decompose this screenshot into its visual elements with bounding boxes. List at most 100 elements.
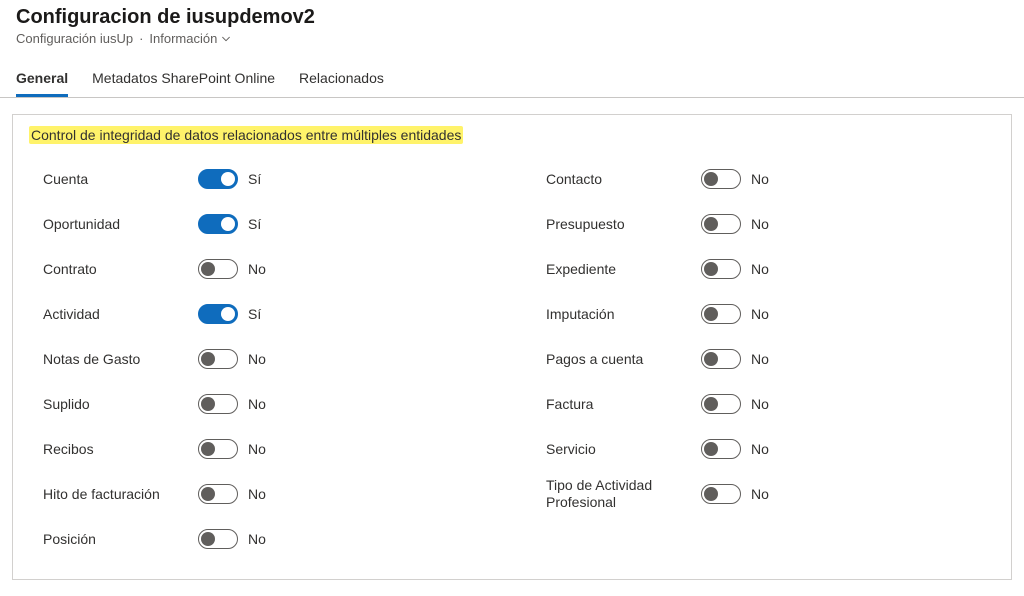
toggle-wrap: No [701, 349, 769, 369]
toggle-value-text: No [751, 216, 769, 232]
breadcrumb: Configuración iusUp · Información [16, 31, 1008, 46]
toggle-knob [704, 352, 718, 366]
toggle-value-text: No [751, 441, 769, 457]
toggle-value-text: No [751, 396, 769, 412]
toggle-value-text: Sí [248, 171, 261, 187]
field-label: Contrato [43, 261, 198, 277]
toggle-value-text: No [248, 441, 266, 457]
toggle-wrap: No [701, 304, 769, 324]
tab-metadatos-sharepoint[interactable]: Metadatos SharePoint Online [92, 64, 275, 97]
toggle-knob [201, 262, 215, 276]
toggle-value-text: No [751, 171, 769, 187]
toggle-wrap: No [198, 439, 266, 459]
right-column: Contacto No Presupuesto No Expediente No Imput… [532, 156, 995, 561]
toggle-knob [201, 532, 215, 546]
toggle-wrap: No [701, 439, 769, 459]
toggle-wrap: Sí [198, 304, 261, 324]
toggle-imputacion[interactable] [701, 304, 741, 324]
breadcrumb-dropdown[interactable]: Información [149, 31, 231, 46]
toggle-recibos[interactable] [198, 439, 238, 459]
toggle-knob [201, 397, 215, 411]
tab-bar: General Metadatos SharePoint Online Rela… [0, 64, 1024, 97]
field-label: Posición [43, 531, 198, 547]
toggle-value-text: No [751, 351, 769, 367]
field-tipo-de-actividad-profesional: Tipo de Actividad Profesional No [532, 471, 995, 516]
toggle-knob [704, 487, 718, 501]
toggle-wrap: No [701, 214, 769, 234]
field-label: Imputación [546, 306, 701, 322]
toggle-contrato[interactable] [198, 259, 238, 279]
toggle-wrap: No [198, 529, 266, 549]
toggle-knob [704, 217, 718, 231]
toggle-wrap: No [198, 259, 266, 279]
toggle-wrap: Sí [198, 214, 261, 234]
toggle-cuenta[interactable] [198, 169, 238, 189]
left-column: Cuenta Sí Oportunidad Sí Contrato No Actividad… [29, 156, 492, 561]
field-label: Notas de Gasto [43, 351, 198, 367]
toggle-value-text: No [248, 531, 266, 547]
toggle-wrap: No [198, 484, 266, 504]
toggle-value-text: No [248, 261, 266, 277]
field-actividad: ActividadSí [29, 291, 492, 336]
breadcrumb-root[interactable]: Configuración iusUp [16, 31, 133, 46]
field-label: Oportunidad [43, 216, 198, 232]
toggle-value-text: No [751, 306, 769, 322]
toggle-wrap: No [701, 169, 769, 189]
toggle-value-text: No [248, 486, 266, 502]
toggle-wrap: No [701, 394, 769, 414]
field-recibos: Recibos No [29, 426, 492, 471]
field-expediente: Expediente No [532, 246, 995, 291]
toggle-posicion[interactable] [198, 529, 238, 549]
toggle-servicio[interactable] [701, 439, 741, 459]
toggle-knob [221, 217, 235, 231]
tab-relacionados[interactable]: Relacionados [299, 64, 384, 97]
field-label: Cuenta [43, 171, 198, 187]
toggle-tipo-de-actividad-profesional[interactable] [701, 484, 741, 504]
toggle-knob [704, 172, 718, 186]
toggle-knob [201, 442, 215, 456]
field-contacto: Contacto No [532, 156, 995, 201]
toggle-value-text: No [248, 351, 266, 367]
toggle-actividad[interactable] [198, 304, 238, 324]
field-label: Expediente [546, 261, 701, 277]
field-cuenta: Cuenta Sí [29, 156, 492, 201]
toggle-notas-de-gasto[interactable] [198, 349, 238, 369]
field-label: Factura [546, 396, 701, 412]
field-pagos-a-cuenta: Pagos a cuentaNo [532, 336, 995, 381]
field-suplido: SuplidoNo [29, 381, 492, 426]
field-servicio: ServicioNo [532, 426, 995, 471]
settings-panel: Control de integridad de datos relaciona… [12, 114, 1012, 580]
toggle-value-text: Sí [248, 216, 261, 232]
breadcrumb-separator: · [139, 31, 143, 46]
toggle-contacto[interactable] [701, 169, 741, 189]
field-label: Recibos [43, 441, 198, 457]
chevron-down-icon [221, 34, 231, 44]
toggle-wrap: No [198, 394, 266, 414]
field-label: Tipo de Actividad Profesional [546, 477, 701, 511]
toggle-oportunidad[interactable] [198, 214, 238, 234]
toggle-factura[interactable] [701, 394, 741, 414]
toggle-wrap: No [701, 259, 769, 279]
field-label: Presupuesto [546, 216, 701, 232]
toggle-value-text: No [751, 261, 769, 277]
tab-general[interactable]: General [16, 64, 68, 97]
page-title: Configuracion de iusupdemov2 [16, 6, 1008, 29]
field-posicion: Posición No [29, 516, 492, 561]
toggle-suplido[interactable] [198, 394, 238, 414]
field-factura: Factura No [532, 381, 995, 426]
toggle-expediente[interactable] [701, 259, 741, 279]
toggle-knob [221, 307, 235, 321]
toggle-presupuesto[interactable] [701, 214, 741, 234]
field-hito-de-facturacion: Hito de facturación No [29, 471, 492, 516]
field-label: Hito de facturación [43, 486, 198, 502]
toggle-hito-de-facturacion[interactable] [198, 484, 238, 504]
toggle-knob [704, 307, 718, 321]
field-label: Contacto [546, 171, 701, 187]
toggle-knob [704, 442, 718, 456]
toggle-knob [704, 262, 718, 276]
field-oportunidad: Oportunidad Sí [29, 201, 492, 246]
field-label: Actividad [43, 306, 198, 322]
field-notas-de-gasto: Notas de Gasto No [29, 336, 492, 381]
toggle-value-text: No [751, 486, 769, 502]
toggle-pagos-a-cuenta[interactable] [701, 349, 741, 369]
